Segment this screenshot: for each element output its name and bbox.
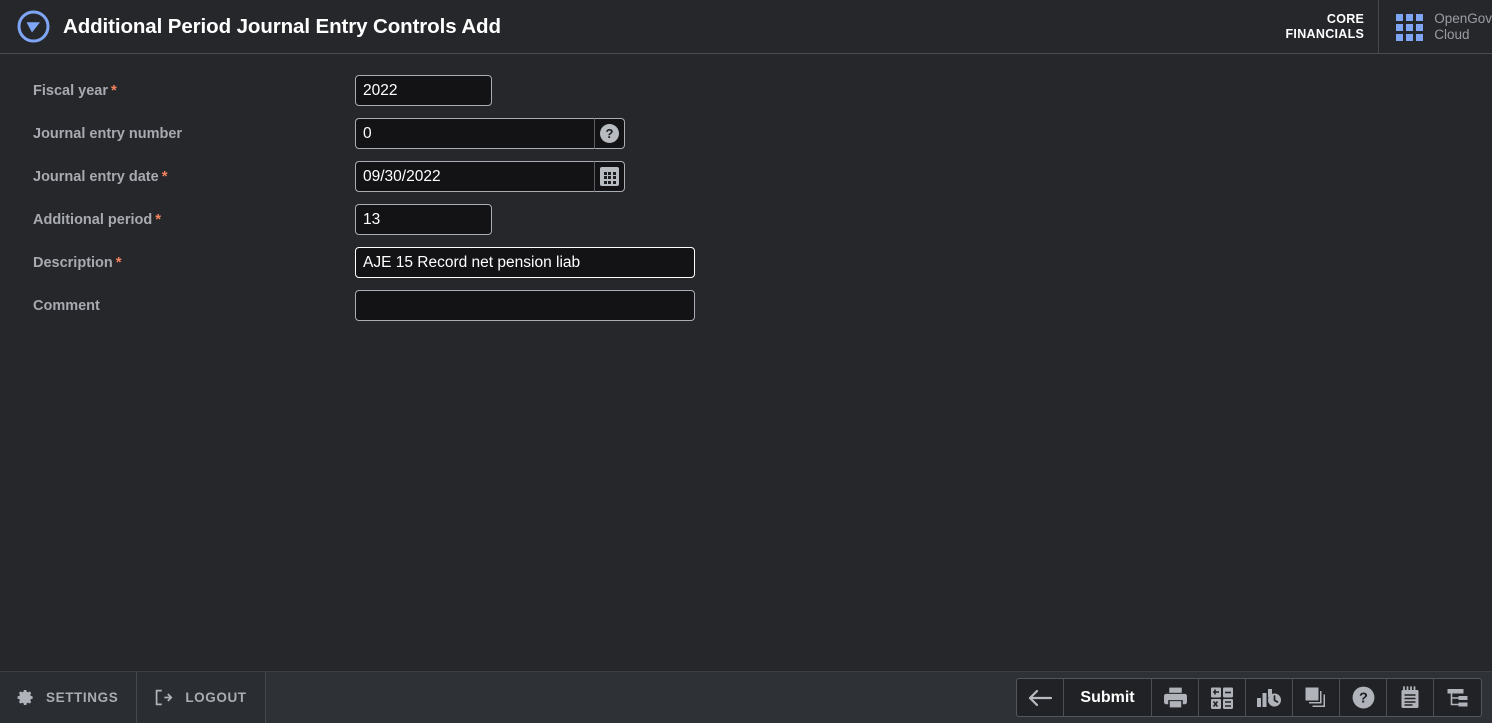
journal-entry-number-input[interactable] [355,118,594,149]
required-marker: * [110,82,117,99]
field-row-fiscal-year: Fiscal year * [0,69,1492,112]
field-row-comment: Comment [0,284,1492,327]
brand-core-line1: CORE [1326,12,1365,26]
journal-entry-form: Fiscal year* Journal entry number ? Jour… [0,54,1492,327]
application-window: Additional Period Journal Entry Controls… [0,0,1492,723]
bottom-bar-left: SETTINGS LOGOUT [0,672,266,723]
calculator-icon [1210,686,1234,710]
label-fiscal-year: Fiscal year * [33,82,117,99]
label-journal-entry-number: Journal entry number [33,125,183,142]
notes-button[interactable] [1387,679,1434,716]
bottom-bar: SETTINGS LOGOUT Submit ? [0,671,1492,723]
chart-clock-icon [1256,687,1282,709]
submit-button[interactable]: Submit [1064,679,1152,716]
date-picker-button[interactable] [594,161,625,192]
logout-button[interactable]: LOGOUT [137,672,264,723]
back-button[interactable] [1017,679,1064,716]
tree-button[interactable] [1434,679,1481,716]
journal-entry-number-help-button[interactable]: ? [594,118,625,149]
brand-core-line2: FINANCIALS [1285,27,1365,41]
calendar-icon [600,167,619,186]
brand-suite-line1: OpenGov [1434,11,1492,26]
brand-opengov-cloud: OpenGov Cloud [1423,11,1492,43]
help-button[interactable]: ? [1340,679,1387,716]
description-input[interactable] [355,247,695,278]
required-marker: * [161,168,168,185]
additional-period-input[interactable] [355,204,492,235]
brand-suite-line2: Cloud [1434,27,1470,42]
fiscal-year-input[interactable] [355,75,492,106]
app-grid-icon[interactable] [1396,13,1424,41]
layers-copy-icon [1304,686,1328,709]
action-toolbar: Submit ? [1016,678,1482,717]
required-marker: * [115,254,122,271]
field-row-description: Description * [0,241,1492,284]
settings-button[interactable]: SETTINGS [0,672,138,723]
question-circle-icon: ? [1351,685,1376,710]
label-comment: Comment [33,297,100,314]
help-icon: ? [600,124,619,143]
arrow-left-icon [1026,687,1054,709]
app-switcher[interactable]: OpenGov Cloud [1379,11,1492,43]
label-description: Description * [33,254,122,271]
gear-icon [16,688,35,707]
calculator-button[interactable] [1199,679,1246,716]
required-marker: * [155,211,162,228]
copy-button[interactable] [1293,679,1340,716]
svg-text:?: ? [1359,691,1368,707]
logout-icon [153,688,174,707]
submit-label: Submit [1080,688,1135,706]
history-button[interactable] [1246,679,1293,716]
journal-entry-date-input[interactable] [355,161,594,192]
field-row-journal-entry-number: Journal entry number ? [0,112,1492,155]
label-additional-period: Additional period * [33,211,162,228]
field-row-additional-period: Additional period * [0,198,1492,241]
opengov-triangle-logo-icon[interactable] [17,10,50,43]
print-button[interactable] [1152,679,1199,716]
header-branding: CORE FINANCIALS OpenGov Cloud [1286,0,1492,54]
logout-label: LOGOUT [185,690,247,705]
hierarchy-tree-icon [1445,687,1470,709]
notepad-icon [1399,685,1422,710]
brand-core-financials: CORE FINANCIALS [1286,12,1379,42]
comment-input[interactable] [355,290,695,321]
printer-icon [1163,686,1188,709]
label-journal-entry-date: Journal entry date * [33,168,168,185]
page-header: Additional Period Journal Entry Controls… [0,0,1492,54]
settings-label: SETTINGS [46,690,119,705]
page-title: Additional Period Journal Entry Controls… [63,14,501,38]
field-row-journal-entry-date: Journal entry date * [0,155,1492,198]
